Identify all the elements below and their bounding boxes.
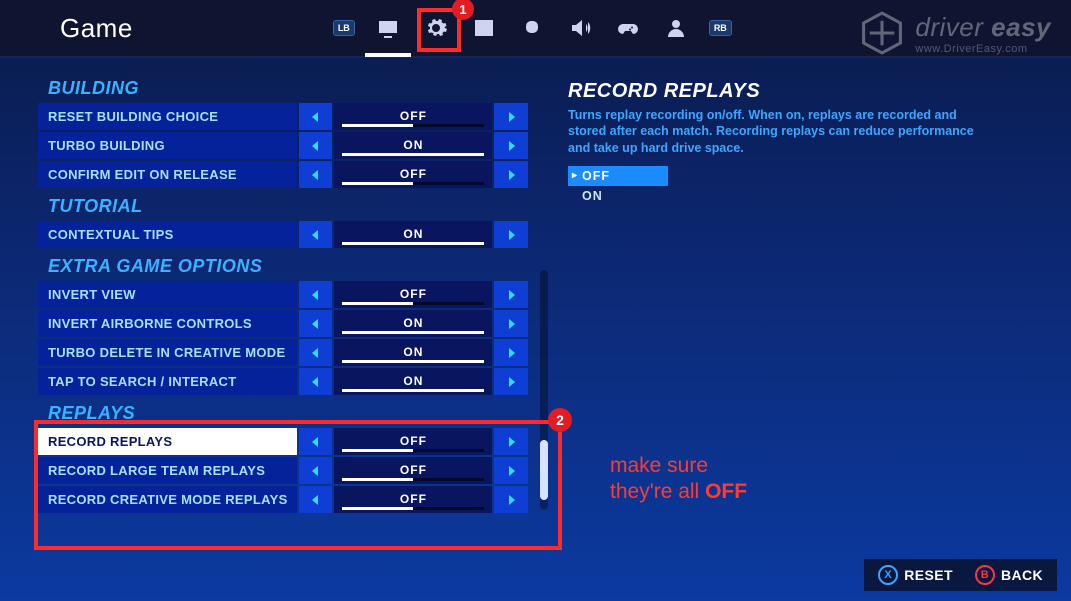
tab-audio-icon[interactable] bbox=[565, 13, 595, 43]
setting-row[interactable]: RECORD LARGE TEAM REPLAYS OFF bbox=[38, 457, 528, 484]
arrow-left-button[interactable] bbox=[299, 161, 333, 188]
setting-row[interactable]: RESET BUILDING CHOICE OFF bbox=[38, 103, 528, 130]
arrow-right-button[interactable] bbox=[494, 428, 528, 455]
detail-panel: RECORD REPLAYS Turns replay recording on… bbox=[528, 70, 1071, 601]
setting-label: RECORD CREATIVE MODE REPLAYS bbox=[38, 486, 297, 513]
rb-bumper: RB bbox=[709, 20, 732, 36]
arrow-left-button[interactable] bbox=[299, 310, 333, 337]
setting-value: OFF bbox=[334, 103, 492, 130]
arrow-right-button[interactable] bbox=[494, 310, 528, 337]
setting-value: ON bbox=[334, 132, 492, 159]
setting-value: OFF bbox=[334, 457, 492, 484]
setting-label: TAP TO SEARCH / INTERACT bbox=[38, 368, 297, 395]
tab-window-icon[interactable] bbox=[469, 13, 499, 43]
arrow-right-button[interactable] bbox=[494, 161, 528, 188]
reset-button[interactable]: X RESET bbox=[878, 565, 953, 585]
brand-url: www.DriverEasy.com bbox=[915, 43, 1051, 55]
annotation-hint: make sure they're all OFF bbox=[610, 453, 747, 506]
arrow-right-button[interactable] bbox=[494, 339, 528, 366]
setting-row[interactable]: CONTEXTUAL TIPS ON bbox=[38, 221, 528, 248]
arrow-left-button[interactable] bbox=[299, 457, 333, 484]
arrow-left-button[interactable] bbox=[299, 221, 333, 248]
lb-bumper: LB bbox=[333, 20, 355, 36]
arrow-right-button[interactable] bbox=[494, 368, 528, 395]
setting-label: TURBO BUILDING bbox=[38, 132, 297, 159]
detail-option[interactable]: ON bbox=[568, 186, 668, 206]
arrow-right-button[interactable] bbox=[494, 132, 528, 159]
arrow-left-button[interactable] bbox=[299, 281, 333, 308]
tab-gamewrench-icon[interactable] bbox=[517, 13, 547, 43]
setting-value: ON bbox=[334, 368, 492, 395]
arrow-left-button[interactable] bbox=[299, 132, 333, 159]
setting-label: CONFIRM EDIT ON RELEASE bbox=[38, 161, 297, 188]
detail-title: RECORD REPLAYS bbox=[568, 80, 1041, 103]
setting-label: INVERT VIEW bbox=[38, 281, 297, 308]
arrow-right-button[interactable] bbox=[494, 486, 528, 513]
tab-icons: LB RB bbox=[333, 13, 732, 43]
arrow-right-button[interactable] bbox=[494, 221, 528, 248]
brand-watermark: driver easy www.DriverEasy.com bbox=[859, 10, 1051, 56]
arrow-right-button[interactable] bbox=[494, 103, 528, 130]
section-header: EXTRA GAME OPTIONS bbox=[48, 256, 528, 277]
arrow-right-button[interactable] bbox=[494, 457, 528, 484]
setting-row[interactable]: RECORD REPLAYS OFF bbox=[38, 428, 528, 455]
back-label: BACK bbox=[1001, 567, 1043, 583]
setting-row[interactable]: TURBO DELETE IN CREATIVE MODE ON bbox=[38, 339, 528, 366]
setting-row[interactable]: INVERT VIEW OFF bbox=[38, 281, 528, 308]
setting-value: OFF bbox=[334, 161, 492, 188]
brand-name: driver easy bbox=[915, 12, 1051, 43]
brand-logo-icon bbox=[859, 10, 905, 56]
arrow-left-button[interactable] bbox=[299, 486, 333, 513]
x-button-icon: X bbox=[878, 565, 898, 585]
detail-description: Turns replay recording on/off. When on, … bbox=[568, 107, 988, 156]
setting-row[interactable]: CONFIRM EDIT ON RELEASE OFF bbox=[38, 161, 528, 188]
setting-value: ON bbox=[334, 339, 492, 366]
setting-label: RECORD LARGE TEAM REPLAYS bbox=[38, 457, 297, 484]
settings-list: BUILDINGRESET BUILDING CHOICEOFFTURBO BU… bbox=[38, 70, 528, 601]
setting-row[interactable]: TURBO BUILDING ON bbox=[38, 132, 528, 159]
section-header: REPLAYS bbox=[48, 403, 528, 424]
tab-video-icon[interactable] bbox=[373, 13, 403, 43]
setting-label: INVERT AIRBORNE CONTROLS bbox=[38, 310, 297, 337]
setting-row[interactable]: TAP TO SEARCH / INTERACT ON bbox=[38, 368, 528, 395]
setting-value: OFF bbox=[334, 281, 492, 308]
arrow-left-button[interactable] bbox=[299, 428, 333, 455]
arrow-left-button[interactable] bbox=[299, 103, 333, 130]
section-header: BUILDING bbox=[48, 78, 528, 99]
setting-value: OFF bbox=[334, 486, 492, 513]
setting-value: ON bbox=[334, 221, 492, 248]
detail-options: OFFON bbox=[568, 166, 668, 206]
setting-row[interactable]: RECORD CREATIVE MODE REPLAYS OFF bbox=[38, 486, 528, 513]
tab-account-icon[interactable] bbox=[661, 13, 691, 43]
setting-label: TURBO DELETE IN CREATIVE MODE bbox=[38, 339, 297, 366]
setting-label: RECORD REPLAYS bbox=[38, 428, 297, 455]
b-button-icon: B bbox=[975, 565, 995, 585]
setting-value: ON bbox=[334, 310, 492, 337]
arrow-left-button[interactable] bbox=[299, 368, 333, 395]
arrow-left-button[interactable] bbox=[299, 339, 333, 366]
setting-label: RESET BUILDING CHOICE bbox=[38, 103, 297, 130]
tab-controller-icon[interactable] bbox=[613, 13, 643, 43]
detail-option[interactable]: OFF bbox=[568, 166, 668, 186]
back-button[interactable]: B BACK bbox=[975, 565, 1043, 585]
arrow-right-button[interactable] bbox=[494, 281, 528, 308]
setting-value: OFF bbox=[334, 428, 492, 455]
section-header: TUTORIAL bbox=[48, 196, 528, 217]
reset-label: RESET bbox=[904, 567, 953, 583]
setting-row[interactable]: INVERT AIRBORNE CONTROLS ON bbox=[38, 310, 528, 337]
setting-label: CONTEXTUAL TIPS bbox=[38, 221, 297, 248]
page-title: Game bbox=[60, 13, 133, 44]
footer-prompts: X RESET B BACK bbox=[864, 559, 1057, 591]
